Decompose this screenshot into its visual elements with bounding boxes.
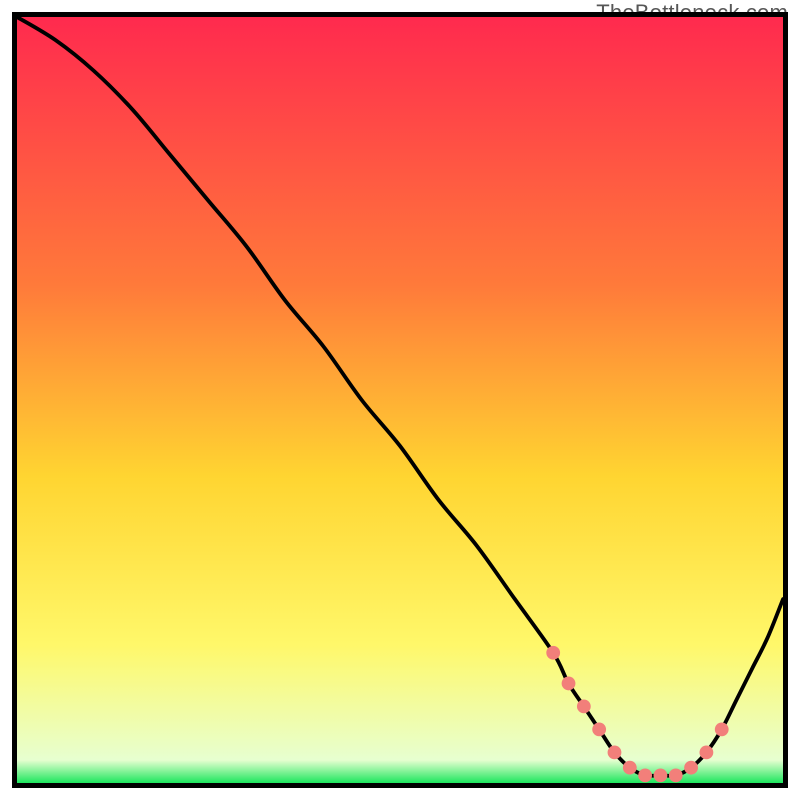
marker-dot (654, 768, 668, 782)
sweet-spot-markers (546, 646, 728, 782)
marker-dot (700, 745, 714, 759)
marker-dot (684, 761, 698, 775)
marker-dot (638, 768, 652, 782)
marker-dot (623, 761, 637, 775)
plot-area (17, 17, 783, 783)
marker-dot (669, 768, 683, 782)
chart-container: { "watermark": "TheBottleneck.com", "col… (0, 0, 800, 800)
marker-dot (715, 722, 729, 736)
plot-frame (12, 12, 788, 788)
marker-dot (592, 722, 606, 736)
marker-dot (577, 700, 591, 714)
marker-dot (608, 745, 622, 759)
bottleneck-curve (17, 17, 783, 776)
curve-layer (17, 17, 783, 783)
marker-dot (546, 646, 560, 660)
marker-dot (562, 677, 576, 691)
